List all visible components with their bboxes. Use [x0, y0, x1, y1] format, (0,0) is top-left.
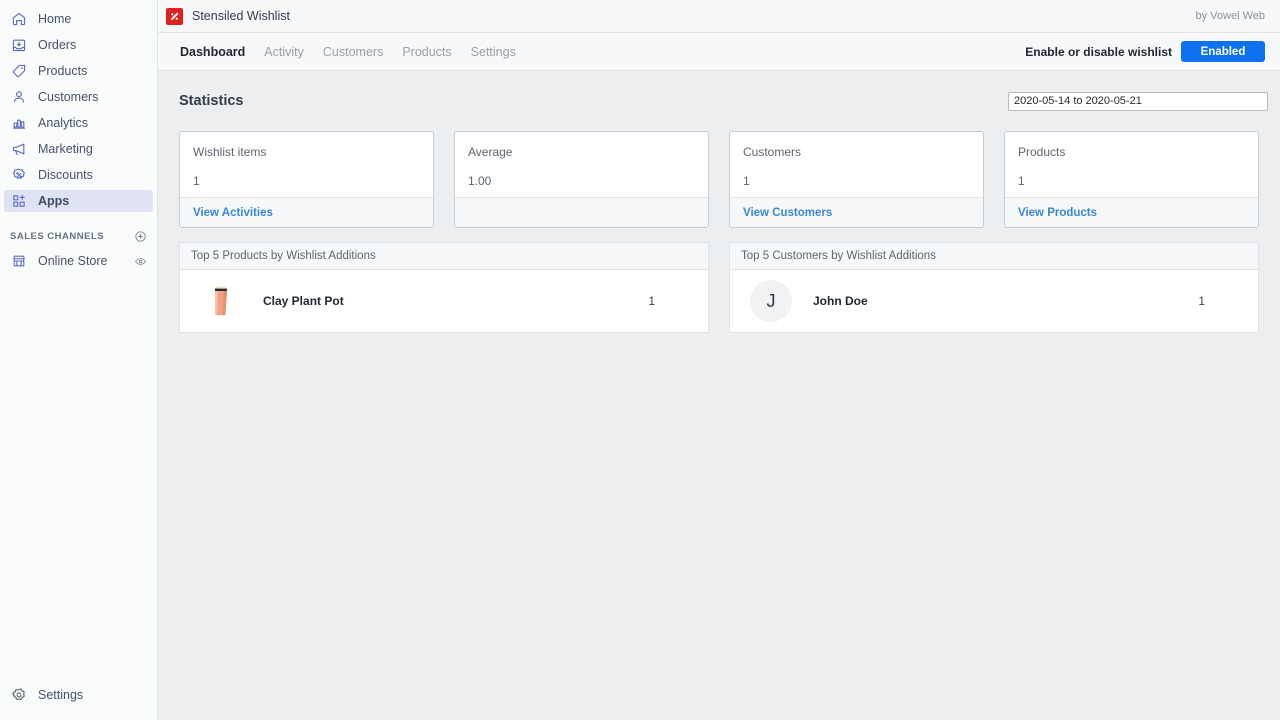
page-header: Statistics [170, 85, 1268, 117]
discount-icon [10, 166, 28, 184]
main-area: Stensiled Wishlist by Vowel Web Dashboar… [158, 0, 1280, 720]
product-thumbnail [191, 284, 251, 318]
app-topbar: Stensiled Wishlist by Vowel Web [158, 0, 1280, 33]
avatar: J [750, 280, 792, 322]
stat-card-products: Products 1 View Products [1004, 131, 1259, 228]
customer-name: John Doe [801, 294, 1198, 308]
panel-title: Top 5 Products by Wishlist Additions [180, 243, 708, 270]
sidebar-item-discounts[interactable]: Discounts [4, 164, 153, 186]
orders-icon [10, 36, 28, 54]
stat-cards-row: Wishlist items 1 View Activities Average… [170, 117, 1268, 228]
stat-card-footer: View Activities [180, 197, 433, 227]
sidebar-item-products[interactable]: Products [4, 60, 153, 82]
wishlist-toggle-label: Enable or disable wishlist [1025, 45, 1172, 59]
stat-card-footer [455, 197, 708, 227]
sidebar-item-settings[interactable]: Settings [4, 684, 153, 706]
app-brand: Stensiled Wishlist [166, 8, 1195, 25]
wishlist-enabled-button[interactable]: Enabled [1181, 41, 1265, 62]
stat-card-value: 1.00 [468, 174, 695, 188]
sales-channels-heading: SALES CHANNELS [4, 226, 153, 246]
apps-grid-icon [10, 192, 28, 210]
stat-card-value: 1 [1018, 174, 1245, 188]
sidebar-item-label: Orders [38, 38, 76, 52]
sidebar-item-home[interactable]: Home [4, 8, 153, 30]
tag-icon [10, 62, 28, 80]
customer-avatar-wrap: J [741, 280, 801, 322]
stat-card-average: Average 1.00 [454, 131, 709, 228]
tab-customers[interactable]: Customers [323, 44, 383, 59]
stat-card-body: Wishlist items 1 [180, 132, 433, 197]
stat-card-customers: Customers 1 View Customers [729, 131, 984, 228]
sidebar-item-label: Analytics [38, 116, 88, 130]
tab-dashboard[interactable]: Dashboard [180, 44, 245, 59]
sidebar-item-label: Customers [38, 90, 98, 104]
stat-card-label: Products [1018, 145, 1245, 159]
stat-card-label: Customers [743, 145, 970, 159]
sidebar: Home Orders Products [0, 0, 158, 720]
sidebar-item-marketing[interactable]: Marketing [4, 138, 153, 160]
wishlist-toggle-area: Enable or disable wishlist Enabled [1025, 41, 1265, 62]
stensiled-logo-icon [166, 8, 183, 25]
view-activities-link[interactable]: View Activities [193, 207, 273, 219]
top-customers-panel: Top 5 Customers by Wishlist Additions J … [729, 242, 1259, 333]
stat-card-label: Wishlist items [193, 145, 420, 159]
content-area: Statistics Wishlist items 1 View Activit… [158, 71, 1280, 720]
view-products-link[interactable]: View Products [1018, 207, 1097, 219]
stat-card-value: 1 [743, 174, 970, 188]
eye-icon[interactable] [133, 254, 147, 268]
plus-circle-icon[interactable] [133, 229, 147, 243]
gear-icon [10, 686, 28, 704]
tab-list: Dashboard Activity Customers Products Se… [180, 44, 1025, 59]
app-tabbar: Dashboard Activity Customers Products Se… [158, 33, 1280, 71]
tab-products[interactable]: Products [402, 44, 451, 59]
stat-card-value: 1 [193, 174, 420, 188]
sidebar-item-analytics[interactable]: Analytics [4, 112, 153, 134]
home-icon [10, 10, 28, 28]
stat-card-wishlist-items: Wishlist items 1 View Activities [179, 131, 434, 228]
sidebar-item-label: Marketing [38, 142, 93, 156]
sidebar-item-label: Home [38, 12, 71, 26]
storefront-icon [10, 252, 28, 270]
table-row[interactable]: Clay Plant Pot 1 [180, 270, 708, 332]
page-title: Statistics [179, 93, 1008, 109]
panel-title: Top 5 Customers by Wishlist Additions [730, 243, 1258, 270]
tab-activity[interactable]: Activity [264, 44, 304, 59]
clay-plant-pot-icon [208, 284, 234, 318]
megaphone-icon [10, 140, 28, 158]
stat-card-body: Average 1.00 [455, 132, 708, 197]
stat-card-label: Average [468, 145, 695, 159]
stat-card-body: Products 1 [1005, 132, 1258, 197]
person-icon [10, 88, 28, 106]
product-name: Clay Plant Pot [251, 294, 648, 308]
sidebar-item-label: Apps [38, 194, 69, 208]
app-author: by Vowel Web [1195, 10, 1265, 22]
stat-card-footer: View Customers [730, 197, 983, 227]
sidebar-footer: Settings [0, 684, 157, 710]
app-title: Stensiled Wishlist [192, 9, 290, 23]
sidebar-item-online-store[interactable]: Online Store [4, 250, 153, 272]
view-customers-link[interactable]: View Customers [743, 207, 832, 219]
sidebar-item-label: Discounts [38, 168, 93, 182]
stat-card-footer: View Products [1005, 197, 1258, 227]
top-products-panel: Top 5 Products by Wishlist Additions Cla… [179, 242, 709, 333]
product-count: 1 [648, 294, 697, 308]
tab-settings[interactable]: Settings [471, 44, 516, 59]
date-range-input[interactable] [1008, 92, 1268, 111]
sidebar-item-label: Products [38, 64, 87, 78]
table-row[interactable]: J John Doe 1 [730, 270, 1258, 332]
sales-channels-label: SALES CHANNELS [10, 231, 133, 242]
stat-card-body: Customers 1 [730, 132, 983, 197]
top5-panels-row: Top 5 Products by Wishlist Additions Cla… [170, 228, 1268, 333]
customer-count: 1 [1198, 294, 1247, 308]
sidebar-item-customers[interactable]: Customers [4, 86, 153, 108]
sidebar-item-apps[interactable]: Apps [4, 190, 153, 212]
bar-chart-icon [10, 114, 28, 132]
sidebar-item-label: Online Store [38, 254, 133, 268]
sidebar-item-label: Settings [38, 688, 83, 702]
sidebar-item-orders[interactable]: Orders [4, 34, 153, 56]
primary-nav: Home Orders Products [0, 0, 157, 212]
